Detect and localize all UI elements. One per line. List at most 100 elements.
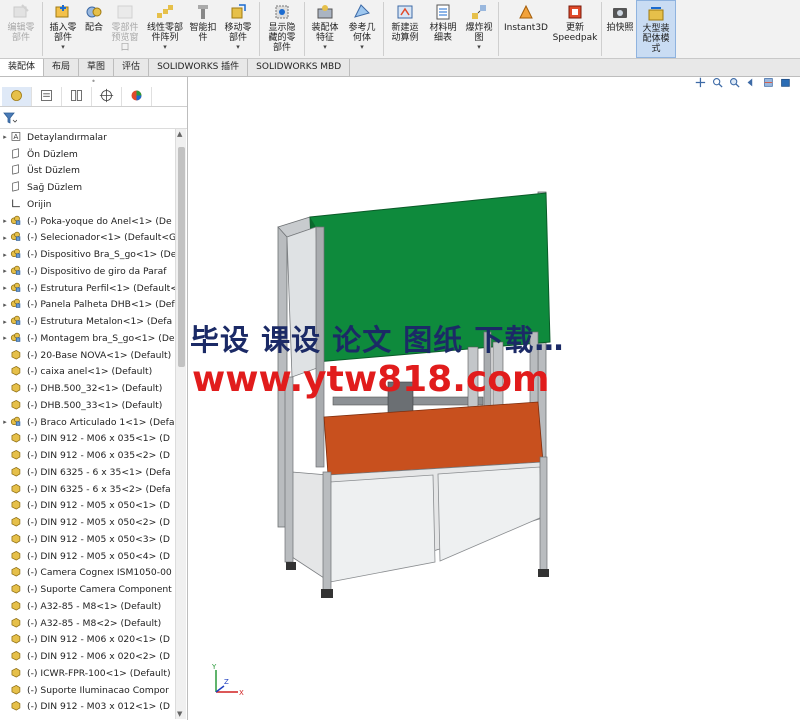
- expand-arrow-icon[interactable]: ▸: [0, 318, 10, 326]
- ribbon-button-assembly-feature[interactable]: 装配体 特征 ▾: [307, 0, 343, 58]
- tree-item[interactable]: (-) A32-85 - M8<1> (Default): [0, 598, 187, 615]
- panel-tab-displaymanager[interactable]: [122, 87, 152, 106]
- tree-item[interactable]: ▸ (-) Braco Articulado 1<1> (Defa: [0, 414, 187, 431]
- tab-0[interactable]: 装配体: [0, 59, 45, 76]
- tree-item[interactable]: ▸ (-) Selecionador<1> (Default<G: [0, 230, 187, 247]
- tree-scroll-thumb[interactable]: [178, 147, 185, 367]
- tree-item[interactable]: (-) 20-Base NOVA<1> (Default): [0, 347, 187, 364]
- tree-item[interactable]: (-) DIN 912 - M05 x 050<2> (D: [0, 514, 187, 531]
- ribbon-button-edit-component[interactable]: 编辑零 部件: [2, 0, 40, 58]
- tab-2[interactable]: 草图: [79, 59, 115, 76]
- panel-tab-dimxpert[interactable]: [92, 87, 122, 106]
- panel-tabs: [0, 87, 187, 107]
- ribbon-button-mate[interactable]: 配合: [81, 0, 107, 58]
- show-hidden-icon: [273, 3, 291, 21]
- tree-item-label: (-) Selecionador<1> (Default<G: [27, 232, 177, 244]
- tree-item[interactable]: (-) Suporte Camera Component: [0, 581, 187, 598]
- filter-icon[interactable]: [3, 112, 17, 124]
- chevron-down-icon[interactable]: ▾: [323, 44, 327, 51]
- chevron-down-icon[interactable]: ▾: [163, 44, 167, 51]
- ribbon-button-smart-fastener[interactable]: 智能扣 件: [187, 0, 219, 58]
- ribbon-button-move-component[interactable]: 移动零 部件 ▾: [219, 0, 257, 58]
- ribbon-button-show-hidden[interactable]: 显示隐 藏的零 部件: [262, 0, 302, 58]
- tree-item[interactable]: ▸ (-) Panela Palheta DHB<1> (Def: [0, 297, 187, 314]
- expand-arrow-icon[interactable]: ▸: [0, 267, 10, 275]
- chevron-down-icon[interactable]: ▾: [236, 44, 240, 51]
- ribbon-button-bom[interactable]: 材料明 细表: [424, 0, 462, 58]
- tree-item[interactable]: ▸ (-) Poka-yoque do Anel<1> (De: [0, 213, 187, 230]
- tree-item[interactable]: Sağ Düzlem: [0, 179, 187, 196]
- tree-item[interactable]: (-) DIN 912 - M03 x 012<1> (D: [0, 699, 187, 716]
- tree-item[interactable]: (-) DIN 912 - M05 x 050<1> (D: [0, 498, 187, 515]
- tree-item[interactable]: ▸ (-) Estrutura Perfil<1> (Default<: [0, 280, 187, 297]
- tree-item[interactable]: (-) DHB.500_32<1> (Default): [0, 380, 187, 397]
- expand-arrow-icon[interactable]: ▸: [0, 217, 10, 225]
- tree-item[interactable]: Üst Düzlem: [0, 163, 187, 180]
- tab-4[interactable]: SOLIDWORKS 插件: [149, 59, 249, 76]
- expand-arrow-icon[interactable]: ▸: [0, 133, 10, 141]
- part-icon: [10, 617, 24, 630]
- tree-item[interactable]: (-) DIN 912 - M06 x 020<2> (D: [0, 648, 187, 665]
- ribbon-button-instant3d[interactable]: Instant3D: [501, 0, 551, 58]
- panel-grip[interactable]: •: [0, 77, 187, 87]
- panel-tab-propertymanager[interactable]: [32, 87, 62, 106]
- tree-item[interactable]: ▸ (-) Estrutura Metalon<1> (Defa: [0, 313, 187, 330]
- expand-arrow-icon[interactable]: ▸: [0, 418, 10, 426]
- tree-item-label: (-) DIN 912 - M05 x 050<2> (D: [27, 517, 170, 529]
- ribbon-button-large-assembly[interactable]: 大型装 配体模 式: [636, 0, 676, 58]
- tree-item[interactable]: (-) DIN 6325 - 6 x 35<2> (Defa: [0, 481, 187, 498]
- tree-item[interactable]: (-) Camera Cognex ISM1050-00: [0, 565, 187, 582]
- tree-item[interactable]: (-) DHB.500_33<1> (Default): [0, 397, 187, 414]
- tree-scrollbar[interactable]: ▲ ▼: [175, 129, 186, 719]
- panel-tab-featuremanager[interactable]: [2, 87, 32, 106]
- ribbon-button-linear-pattern[interactable]: 线性零部 件阵列 ▾: [143, 0, 187, 58]
- tree-item[interactable]: (-) DIN 912 - M06 x 020<1> (D: [0, 632, 187, 649]
- subassembly-icon: [10, 416, 24, 429]
- tree-item-label: Detaylandırmalar: [27, 131, 107, 143]
- ribbon-button-reference-geometry[interactable]: 参考几 何体 ▾: [343, 0, 381, 58]
- tree-item[interactable]: (-) ICWR-FPR-100<1> (Default): [0, 665, 187, 682]
- tree-item[interactable]: (-) A32-85 - M8<2> (Default): [0, 615, 187, 632]
- tab-1[interactable]: 布局: [44, 59, 80, 76]
- tree-item[interactable]: Ön Düzlem: [0, 146, 187, 163]
- chevron-down-icon[interactable]: ▾: [61, 44, 65, 51]
- motion-study-icon: [396, 3, 414, 21]
- ribbon-button-insert-component[interactable]: 插入零 部件 ▾: [45, 0, 81, 58]
- tree-item[interactable]: (-) DIN 912 - M05 x 050<3> (D: [0, 531, 187, 548]
- panel-tab-configmanager[interactable]: [62, 87, 92, 106]
- tree-item[interactable]: (-) DIN 6325 - 6 x 35<1> (Defa: [0, 464, 187, 481]
- ribbon-button-snapshot[interactable]: 拍快照: [604, 0, 636, 58]
- tree-item[interactable]: (-) DIN 912 - M06 x 035<1> (D: [0, 431, 187, 448]
- expand-arrow-icon[interactable]: ▸: [0, 251, 10, 259]
- command-manager-ribbon: 编辑零 部件 插入零 部件 ▾ 配合 零部件 预览窗 口线性零部 件阵列 ▾ 智能扣 件移动…: [0, 0, 800, 59]
- scroll-up-arrow[interactable]: ▲: [177, 130, 182, 138]
- ribbon-button-motion-study[interactable]: 新建运 动算例: [386, 0, 424, 58]
- tree-item[interactable]: ▸ (-) Dispositivo de giro da Paraf: [0, 263, 187, 280]
- tree-item[interactable]: ▸ (-) Dispositivo Bra_S_go<1> (De: [0, 246, 187, 263]
- tab-3[interactable]: 评估: [114, 59, 150, 76]
- plane-icon: [10, 181, 24, 194]
- leveling-foot: [286, 562, 296, 570]
- tree-item[interactable]: ▸ A Detaylandırmalar: [0, 129, 187, 146]
- ribbon-button-speedpak[interactable]: 更新 Speedpak: [551, 0, 599, 58]
- ribbon-button-exploded-view[interactable]: 爆炸视 图 ▾: [462, 0, 496, 58]
- tree-item[interactable]: Orijin: [0, 196, 187, 213]
- expand-arrow-icon[interactable]: ▸: [0, 284, 10, 292]
- expand-arrow-icon[interactable]: ▸: [0, 301, 10, 309]
- tree-item[interactable]: (-) Suporte Iluminacao Compor: [0, 682, 187, 699]
- expand-arrow-icon[interactable]: ▸: [0, 334, 10, 342]
- tree-item[interactable]: ▸ (-) Montagem bra_S_go<1> (De: [0, 330, 187, 347]
- ribbon-button-label: 显示隐 藏的零 部件: [268, 23, 296, 53]
- scroll-down-arrow[interactable]: ▼: [177, 710, 182, 718]
- tree-item[interactable]: (-) caixa anel<1> (Default): [0, 364, 187, 381]
- chevron-down-icon[interactable]: ▾: [360, 44, 364, 51]
- tree-item[interactable]: (-) DIN 912 - M05 x 050<4> (D: [0, 548, 187, 565]
- graphics-area[interactable]: 毕设 课设 论文 图纸 下载… www.ytw818.com Y X Z: [188, 77, 800, 720]
- tree-item[interactable]: (-) DIN 912 - M06 x 035<2> (D: [0, 447, 187, 464]
- ribbon-button-component-preview[interactable]: 零部件 预览窗 口: [107, 0, 143, 58]
- chevron-down-icon[interactable]: ▾: [477, 44, 481, 51]
- tree-item-label: Sağ Düzlem: [27, 182, 83, 194]
- expand-arrow-icon[interactable]: ▸: [0, 234, 10, 242]
- linear-pattern-icon: [156, 3, 174, 21]
- tab-5[interactable]: SOLIDWORKS MBD: [248, 59, 351, 76]
